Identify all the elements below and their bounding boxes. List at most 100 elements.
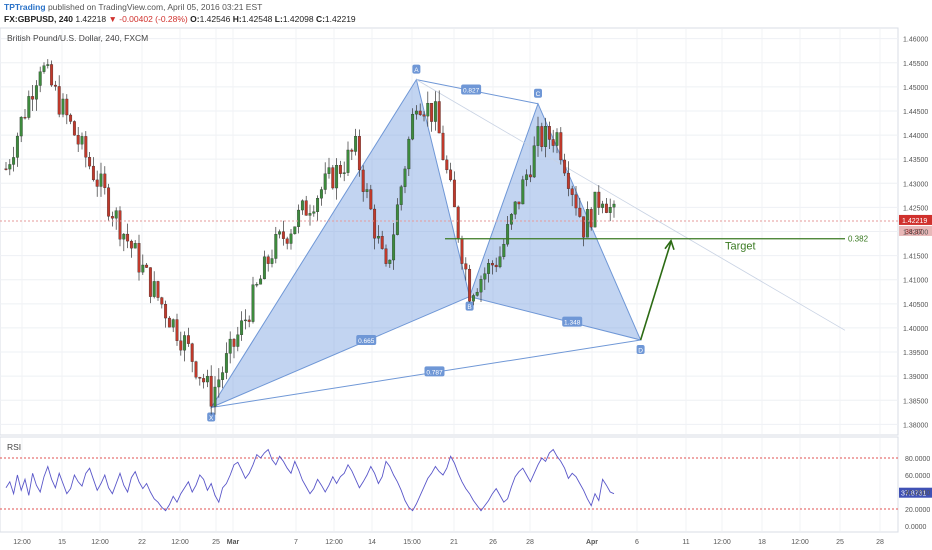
candle-body bbox=[376, 236, 380, 239]
candle-body bbox=[593, 191, 597, 228]
candle-body bbox=[50, 64, 54, 86]
y-tick-label: 1.43500 bbox=[903, 157, 928, 164]
candle-body bbox=[441, 132, 445, 161]
candle-body bbox=[84, 136, 88, 158]
candle-body bbox=[574, 194, 578, 209]
candle-body bbox=[570, 188, 574, 195]
candle-body bbox=[285, 238, 289, 244]
y-tick-label: 1.43000 bbox=[903, 181, 928, 188]
candle-body bbox=[156, 281, 160, 298]
candle-body bbox=[319, 189, 323, 199]
candle-body bbox=[57, 86, 61, 115]
candle-body bbox=[373, 208, 377, 239]
candle-body bbox=[399, 186, 403, 205]
candle-body bbox=[544, 126, 548, 147]
candle-body bbox=[357, 136, 361, 171]
y-tick-label: 1.39500 bbox=[903, 350, 928, 357]
x-tick-label: 12:00 bbox=[171, 539, 189, 546]
point-label: D bbox=[638, 347, 643, 354]
candle-body bbox=[91, 165, 95, 181]
candle-body bbox=[278, 231, 282, 235]
x-tick-label: 12:00 bbox=[791, 539, 809, 546]
candle-body bbox=[61, 98, 65, 115]
candle-body bbox=[449, 169, 453, 181]
candle-body bbox=[540, 126, 544, 147]
chart-canvas[interactable]: 0.665 0.827 0.787 1.348 X A B C D 0.382 Target 1.4… bbox=[0, 0, 932, 550]
candle-body bbox=[521, 179, 525, 205]
candle-body bbox=[468, 268, 472, 302]
candle-body bbox=[582, 216, 586, 238]
rsi-tick-label: 60.0000 bbox=[905, 473, 930, 480]
candle-body bbox=[365, 189, 369, 192]
candle-body bbox=[221, 372, 225, 380]
x-tick-label: 22 bbox=[138, 539, 146, 546]
candle-body bbox=[551, 139, 555, 146]
candle-body bbox=[331, 167, 335, 189]
candle-body bbox=[589, 209, 593, 228]
candle-body bbox=[183, 335, 187, 351]
point-label: C bbox=[536, 91, 541, 98]
candle-body bbox=[403, 168, 407, 187]
candle-body bbox=[361, 169, 365, 192]
candle-body bbox=[392, 234, 396, 261]
x-tick-label: 7 bbox=[294, 539, 298, 546]
x-tick-label: 12:00 bbox=[325, 539, 343, 546]
x-tick-label: Mar bbox=[227, 539, 240, 546]
candle-body bbox=[12, 157, 16, 165]
candle-body bbox=[585, 209, 589, 238]
candle-body bbox=[42, 65, 46, 72]
x-tick-label: 18 bbox=[758, 539, 766, 546]
candle-body bbox=[114, 210, 118, 219]
candle-body bbox=[323, 173, 327, 190]
candle-body bbox=[38, 71, 42, 86]
candle-body bbox=[335, 165, 339, 189]
candle-body bbox=[342, 172, 346, 174]
candle-body bbox=[471, 295, 475, 302]
candle-body bbox=[27, 96, 31, 118]
candle-body bbox=[293, 226, 297, 235]
candle-body bbox=[517, 201, 521, 205]
candle-body bbox=[483, 273, 487, 280]
ratio-label: 0.827 bbox=[463, 87, 480, 94]
candle-body bbox=[354, 136, 358, 152]
candle-body bbox=[167, 317, 171, 328]
candle-body bbox=[217, 379, 221, 388]
candle-body bbox=[414, 110, 418, 115]
rsi-tick-label: 20.0000 bbox=[905, 507, 930, 514]
x-tick-label: 12:00 bbox=[13, 539, 31, 546]
candle-body bbox=[171, 319, 175, 328]
candle-body bbox=[129, 240, 133, 249]
x-tick-label: 25 bbox=[212, 539, 220, 546]
candle-body bbox=[213, 386, 217, 407]
candle-body bbox=[88, 157, 92, 167]
x-tick-label: 14 bbox=[368, 539, 376, 546]
candle-body bbox=[251, 284, 255, 322]
candle-body bbox=[608, 207, 612, 213]
candle-body bbox=[255, 284, 259, 286]
candle-body bbox=[509, 214, 513, 225]
y-tick-label: 1.44500 bbox=[903, 109, 928, 116]
candle-body bbox=[8, 164, 12, 170]
y-tick-label: 1.42500 bbox=[903, 205, 928, 212]
candle-body bbox=[259, 278, 263, 285]
candle-body bbox=[308, 213, 312, 216]
candle-body bbox=[312, 211, 316, 214]
candle-body bbox=[205, 375, 209, 383]
candle-body bbox=[460, 238, 464, 264]
x-tick-label: 25 bbox=[836, 539, 844, 546]
candle-body bbox=[536, 126, 540, 146]
point-label: X bbox=[209, 415, 214, 422]
candle-body bbox=[110, 216, 114, 219]
candle-body bbox=[445, 159, 449, 171]
rsi-tick-label: 40.0000 bbox=[905, 490, 930, 497]
candle-body bbox=[380, 236, 384, 249]
candle-body bbox=[612, 203, 616, 208]
candle-body bbox=[528, 174, 532, 178]
rsi-title: RSI bbox=[7, 442, 21, 452]
x-tick-label: Apr bbox=[586, 539, 598, 546]
candle-body bbox=[369, 189, 373, 210]
candle-body bbox=[464, 263, 468, 270]
candle-body bbox=[566, 172, 570, 189]
candle-body bbox=[395, 204, 399, 235]
candle-body bbox=[186, 335, 190, 344]
